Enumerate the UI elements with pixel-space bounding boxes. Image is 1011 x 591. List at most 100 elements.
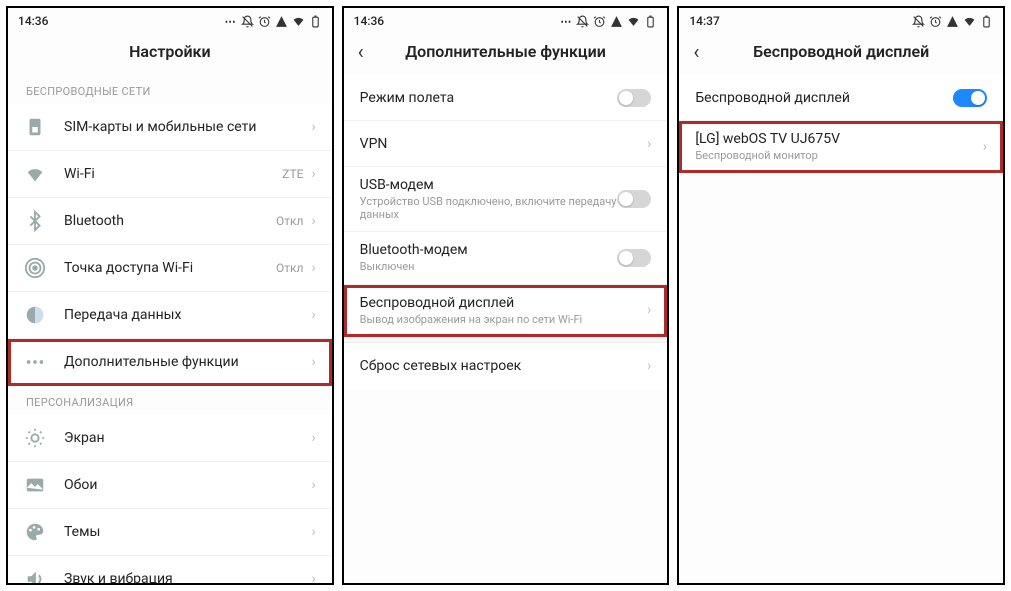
section-wireless: БЕСПРОВОДНЫЕ СЕТИ: [8, 75, 332, 104]
label: VPN: [360, 136, 647, 152]
chevron-right-icon: ›: [311, 119, 315, 135]
row-wallpaper[interactable]: Обои ›: [8, 462, 332, 509]
value: Откл: [276, 261, 303, 275]
hotspot-icon: [24, 257, 46, 279]
section-personalization: ПЕРСОНАЛИЗАЦИЯ: [8, 386, 332, 415]
label: Беспроводной дисплей: [695, 90, 953, 106]
row-wd-toggle[interactable]: Беспроводной дисплей: [679, 75, 1003, 121]
chevron-right-icon: ›: [647, 136, 651, 152]
wd-list: Беспроводной дисплей [LG] webOS TV UJ675…: [679, 75, 1003, 583]
chevron-right-icon: ›: [311, 260, 315, 276]
row-data-usage[interactable]: Передача данных ›: [8, 292, 332, 339]
signal-icon: [610, 15, 623, 28]
battery-icon: [644, 15, 657, 28]
back-button[interactable]: ‹: [693, 39, 699, 63]
header: Настройки: [8, 32, 332, 75]
bell-off-icon: [912, 15, 925, 28]
bt-toggle[interactable]: [617, 249, 651, 267]
wifi-icon: [963, 15, 976, 28]
page-title: Дополнительные функции: [405, 42, 606, 61]
more-icon: ⋯: [225, 15, 237, 28]
sim-icon: [24, 116, 46, 138]
row-sim[interactable]: SIM-карты и мобильные сети ›: [8, 104, 332, 151]
row-wifi[interactable]: Wi-Fi ZTE ›: [8, 151, 332, 198]
airplane-toggle[interactable]: [617, 89, 651, 107]
signal-icon: [275, 15, 288, 28]
value: Откл: [276, 214, 303, 228]
clock: 14:36: [354, 14, 384, 28]
status-icons: ⋯: [225, 15, 322, 28]
settings-list: БЕСПРОВОДНЫЕ СЕТИ SIM-карты и мобильные …: [8, 75, 332, 583]
row-wireless-display[interactable]: Беспроводной дисплей Вывод изображения н…: [344, 285, 668, 337]
palette-icon: [24, 521, 46, 543]
label: Темы: [64, 524, 311, 540]
usb-toggle[interactable]: [617, 190, 651, 208]
screen-settings: 14:36 ⋯ Настройки БЕСПРОВОДНЫЕ СЕТИ SIM-…: [6, 6, 334, 585]
row-usb-tether[interactable]: USB-модем Устройство USB подключено, вкл…: [344, 167, 668, 232]
screen-more-functions: 14:36 ⋯ ‹ Дополнительные функции Режим п…: [342, 6, 670, 585]
row-vpn[interactable]: VPN ›: [344, 121, 668, 167]
clock: 14:36: [18, 14, 48, 28]
statusbar: 14:37: [679, 8, 1003, 32]
chevron-right-icon: ›: [647, 358, 651, 374]
subtitle: Устройство USB подключено, включите пере…: [360, 195, 618, 221]
label: Звук и вибрация: [64, 571, 311, 583]
header: ‹ Беспроводной дисплей: [679, 32, 1003, 75]
row-device-lg-tv[interactable]: [LG] webOS TV UJ675V Беспроводной монито…: [679, 121, 1003, 173]
label: Bluetooth-модем: [360, 242, 618, 258]
subtitle: Выключен: [360, 260, 618, 273]
label: Режим полета: [360, 90, 618, 106]
chevron-right-icon: ›: [311, 166, 315, 182]
back-button[interactable]: ‹: [358, 39, 364, 63]
chevron-right-icon: ›: [311, 354, 315, 370]
status-icons: [912, 15, 993, 28]
row-themes[interactable]: Темы ›: [8, 509, 332, 556]
value: ZTE: [282, 167, 303, 181]
page-title: Настройки: [129, 42, 211, 61]
chevron-right-icon: ›: [311, 477, 315, 493]
row-airplane[interactable]: Режим полета: [344, 75, 668, 121]
chevron-right-icon: ›: [311, 524, 315, 540]
label: Сброс сетевых настроек: [360, 358, 647, 374]
alarm-icon: [258, 15, 271, 28]
chevron-right-icon: ›: [311, 307, 315, 323]
chevron-right-icon: ›: [311, 213, 315, 229]
screen-wireless-display: 14:37 ‹ Беспроводной дисплей Беспроводно…: [677, 6, 1005, 585]
device-sub: Беспроводной монитор: [695, 149, 982, 162]
label: Обои: [64, 477, 311, 493]
statusbar: 14:36 ⋯: [8, 8, 332, 32]
signal-icon: [946, 15, 959, 28]
battery-icon: [980, 15, 993, 28]
row-more-functions[interactable]: Дополнительные функции ›: [8, 339, 332, 386]
battery-icon: [309, 15, 322, 28]
row-display[interactable]: Экран ›: [8, 415, 332, 462]
more-icon: [24, 351, 46, 373]
wifi-icon: [627, 15, 640, 28]
label: Экран: [64, 430, 311, 446]
label: Беспроводной дисплей: [360, 295, 647, 311]
label: Точка доступа Wi-Fi: [64, 260, 276, 276]
row-reset-network[interactable]: Сброс сетевых настроек ›: [344, 343, 668, 389]
row-hotspot[interactable]: Точка доступа Wi-Fi Откл ›: [8, 245, 332, 292]
chevron-right-icon: ›: [311, 571, 315, 583]
bell-off-icon: [241, 15, 254, 28]
alarm-icon: [593, 15, 606, 28]
wifi-icon: [24, 163, 46, 185]
label: Wi-Fi: [64, 166, 282, 182]
label: Передача данных: [64, 307, 311, 323]
volume-icon: [24, 568, 46, 583]
chevron-right-icon: ›: [983, 139, 987, 155]
row-bt-tether[interactable]: Bluetooth-модем Выключен: [344, 232, 668, 284]
label: SIM-карты и мобильные сети: [64, 119, 311, 135]
label: Bluetooth: [64, 213, 276, 229]
device-name: [LG] webOS TV UJ675V: [695, 131, 982, 147]
label: Дополнительные функции: [64, 354, 311, 370]
row-bluetooth[interactable]: Bluetooth Откл ›: [8, 198, 332, 245]
bluetooth-icon: [24, 210, 46, 232]
brightness-icon: [24, 427, 46, 449]
wd-toggle[interactable]: [953, 89, 987, 107]
page-title: Беспроводной дисплей: [753, 42, 929, 61]
alarm-icon: [929, 15, 942, 28]
image-icon: [24, 474, 46, 496]
row-sound[interactable]: Звук и вибрация ›: [8, 556, 332, 583]
